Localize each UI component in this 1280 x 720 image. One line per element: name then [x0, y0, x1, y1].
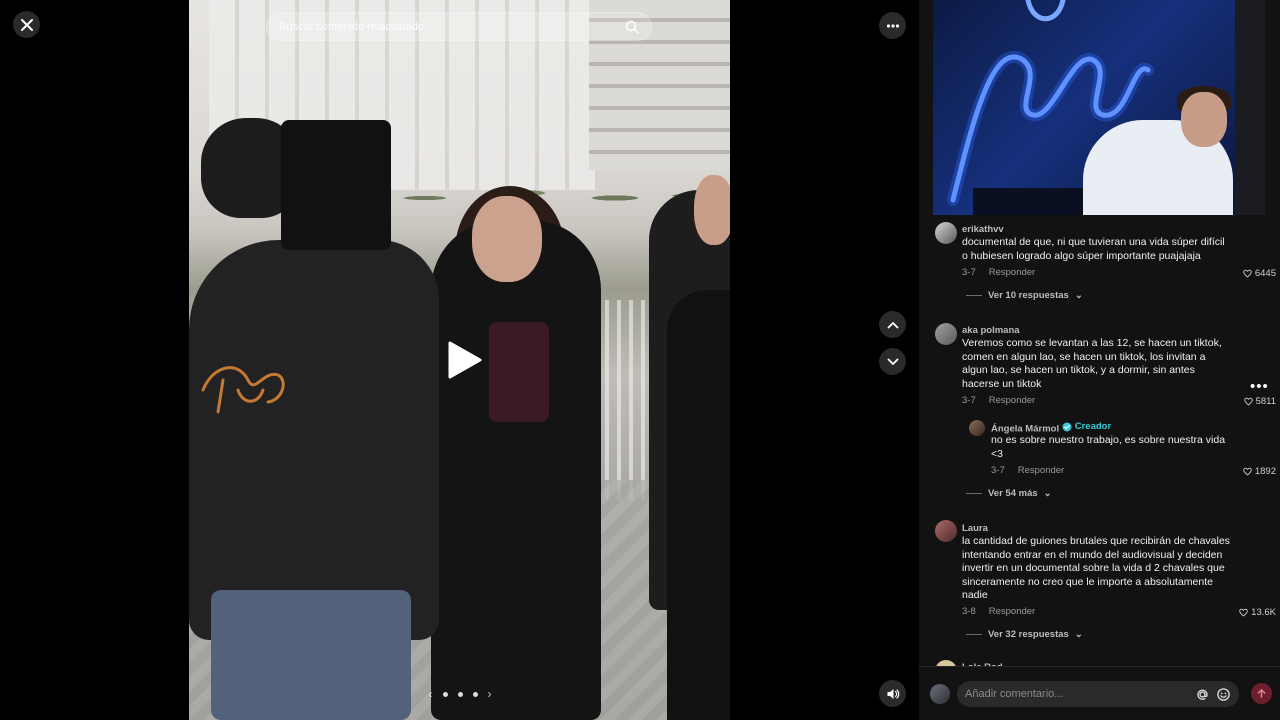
comment-meta: 3-7 Responder: [962, 395, 1035, 406]
like-count: 13.6K: [1251, 607, 1276, 618]
divider: [966, 295, 982, 296]
view-replies-label: Ver 54 más: [988, 488, 1038, 499]
video-woman-top: [489, 322, 549, 422]
comment-username[interactable]: erikathvv: [962, 224, 1004, 235]
view-replies-button[interactable]: Ver 10 respuestas ⌄: [966, 290, 1083, 301]
video-woman-right-face: [694, 175, 730, 245]
carousel-dot[interactable]: [442, 691, 448, 697]
video-cameraman: [189, 240, 439, 640]
like-button[interactable]: 1892: [1243, 466, 1276, 477]
comment-input-bar: [919, 666, 1280, 720]
verified-icon: [1062, 422, 1072, 431]
view-replies-label: Ver 32 respuestas: [988, 629, 1069, 640]
reply-username-row: Ángela Mármol Creador: [991, 421, 1111, 435]
more-horizontal-icon: [886, 23, 899, 28]
comment-input-box[interactable]: [957, 681, 1239, 707]
comment-date: 3-8: [962, 606, 976, 617]
volume-icon: [887, 688, 899, 699]
close-icon: [20, 18, 33, 31]
comment-meta: 3-8 Responder: [962, 606, 1035, 617]
chevron-down-icon: ⌄: [1074, 629, 1083, 640]
comment-text: la cantidad de guiones brutales que reci…: [962, 535, 1230, 602]
view-replies-label: Ver 10 respuestas: [988, 290, 1069, 301]
reply-button[interactable]: Responder: [1018, 465, 1064, 476]
video-cameraman-jeans: [211, 590, 411, 720]
next-video-button[interactable]: [879, 348, 906, 375]
avatar[interactable]: [935, 222, 957, 244]
comment-meta: 3-7 Responder: [962, 267, 1035, 278]
carousel-indicator[interactable]: ‹ ›: [410, 685, 510, 703]
chevron-down-icon: ⌄: [1043, 488, 1052, 499]
heart-icon: [1243, 397, 1253, 406]
send-button[interactable]: [1251, 683, 1272, 704]
like-count: 5811: [1255, 396, 1276, 407]
video-woman-face: [472, 196, 542, 282]
volume-button[interactable]: [879, 680, 906, 707]
at-icon[interactable]: [1195, 687, 1210, 702]
chevron-up-icon: [887, 321, 898, 328]
reply-button[interactable]: Responder: [989, 606, 1035, 617]
comment-username[interactable]: aka polmana: [962, 325, 1020, 336]
video-camera: [281, 120, 391, 250]
reply-meta: 3-7 Responder: [991, 465, 1064, 476]
comment-input[interactable]: [965, 688, 1189, 700]
divider: [966, 493, 982, 494]
avatar[interactable]: [969, 420, 985, 436]
avatar[interactable]: [935, 520, 957, 542]
reply-text: no es sobre nuestro trabajo, es sobre nu…: [991, 434, 1226, 460]
like-button[interactable]: 13.6K: [1239, 607, 1276, 618]
thumbnail-wall: [1235, 0, 1265, 215]
like-button[interactable]: 5811: [1243, 396, 1276, 407]
creator-badge: Creador: [1062, 421, 1111, 432]
comment-date: 3-7: [962, 267, 976, 278]
carousel-prev-icon[interactable]: ‹: [429, 687, 433, 701]
comment-username[interactable]: Laura: [962, 523, 988, 534]
heart-icon: [1243, 269, 1252, 278]
avatar[interactable]: [935, 323, 957, 345]
arrow-up-icon: [1257, 689, 1266, 698]
like-count: 1892: [1254, 466, 1276, 477]
like-count: 6445: [1254, 268, 1276, 279]
search-icon[interactable]: [625, 20, 639, 34]
viewer-root: Buscar contenido relacionado ‹ › erikath…: [0, 0, 1280, 720]
close-button[interactable]: [13, 11, 40, 38]
heart-icon: [1243, 467, 1252, 476]
carousel-dot[interactable]: [457, 691, 463, 697]
video-person-right: [667, 290, 730, 720]
divider: [966, 634, 982, 635]
related-video-thumbnail[interactable]: [933, 0, 1265, 215]
search-input[interactable]: Buscar contenido relacionado: [279, 21, 625, 33]
comment-text: documental de que, ni que tuvieran una v…: [962, 236, 1225, 262]
view-more-replies-button[interactable]: Ver 54 más ⌄: [966, 488, 1052, 499]
comment-list: erikathvv documental de que, ni que tuvi…: [919, 215, 1280, 665]
carousel-dot[interactable]: [472, 691, 478, 697]
emoji-icon[interactable]: [1216, 687, 1231, 702]
reply-username[interactable]: Ángela Mármol: [991, 424, 1059, 435]
previous-video-button[interactable]: [879, 311, 906, 338]
user-avatar[interactable]: [930, 684, 950, 704]
video-woman: [431, 220, 601, 720]
creator-label: Creador: [1074, 421, 1112, 432]
comment-text: Veremos como se levantan a las 12, se ha…: [962, 337, 1222, 390]
view-replies-button[interactable]: Ver 32 respuestas ⌄: [966, 629, 1083, 640]
reply-button[interactable]: Responder: [989, 395, 1035, 406]
chevron-down-icon: [887, 358, 898, 365]
play-icon[interactable]: [444, 340, 484, 380]
heart-icon: [1239, 608, 1248, 617]
comment-date: 3-7: [962, 395, 976, 406]
like-button[interactable]: 6445: [1243, 268, 1276, 279]
reply-button[interactable]: Responder: [989, 267, 1035, 278]
reply-date: 3-7: [991, 465, 1005, 476]
carousel-next-icon[interactable]: ›: [488, 687, 492, 701]
video-sweater-logo: [193, 350, 303, 430]
related-search-bar[interactable]: Buscar contenido relacionado: [266, 12, 652, 41]
more-options-button[interactable]: [879, 12, 906, 39]
comments-panel: erikathvv documental de que, ni que tuvi…: [919, 0, 1280, 720]
thumbnail-person-head: [1181, 92, 1227, 147]
chevron-down-icon: ⌄: [1074, 290, 1083, 301]
comment-more-icon[interactable]: •••: [1250, 378, 1269, 395]
